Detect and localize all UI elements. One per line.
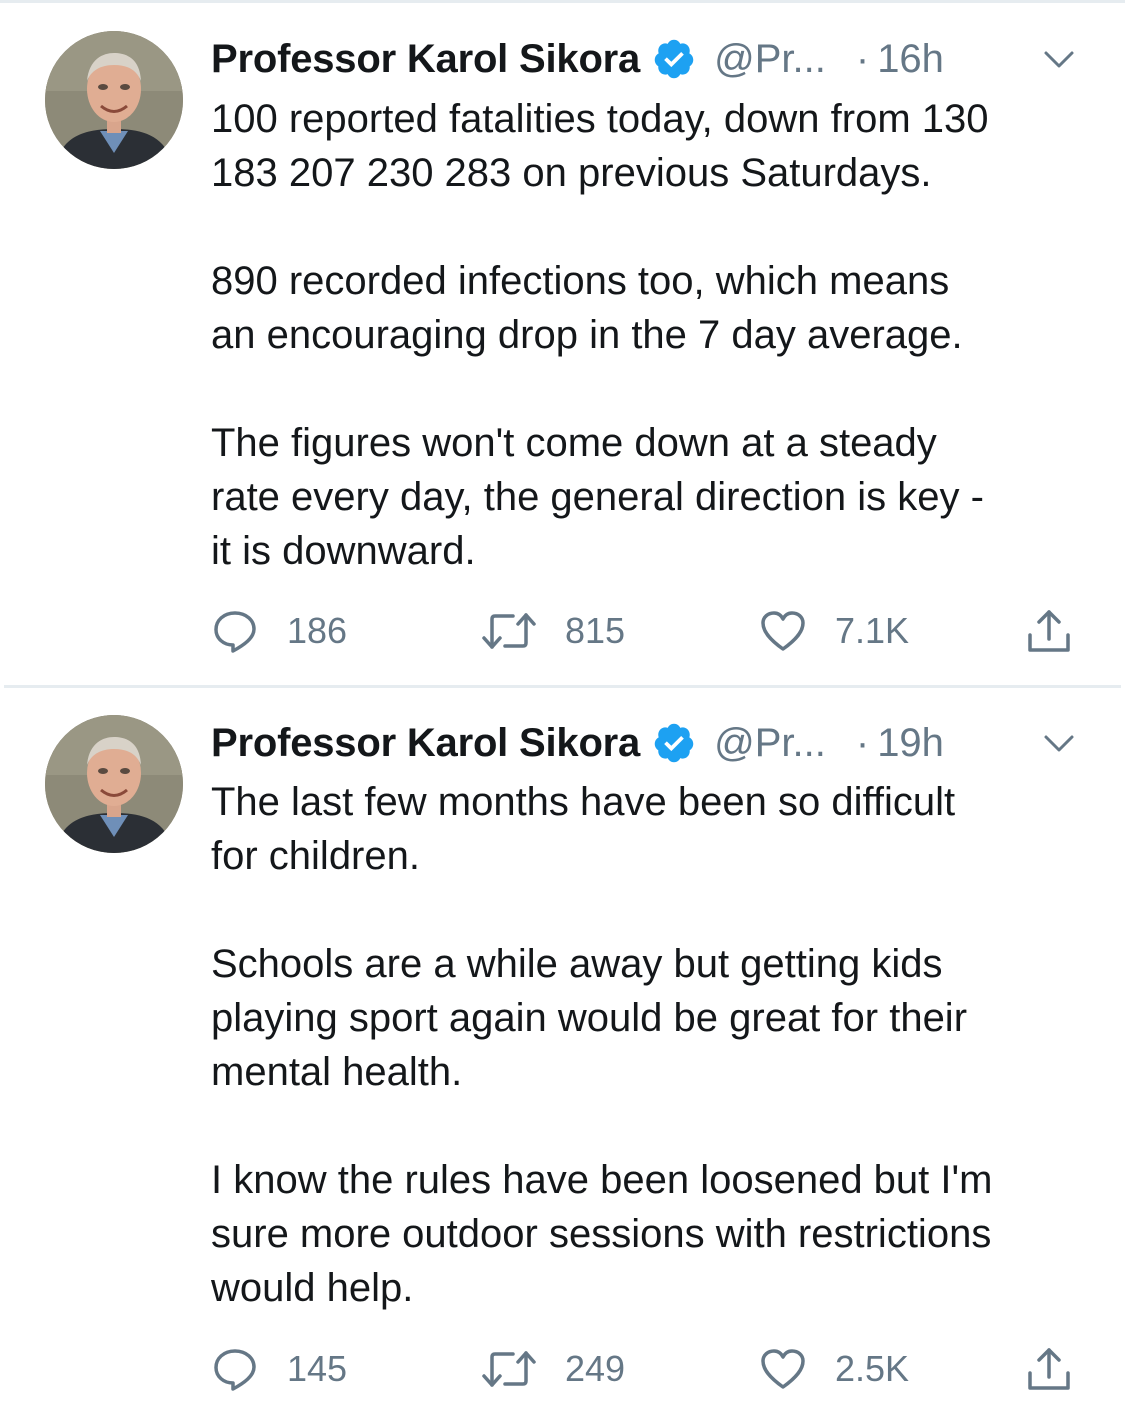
- display-name[interactable]: Professor Karol Sikora: [211, 721, 640, 766]
- handle[interactable]: @Pr...: [714, 37, 826, 82]
- action-bar: 186 815 7.1K: [211, 606, 1081, 656]
- reply-icon: [214, 1349, 256, 1391]
- tweet-text: The last few months have been so difficu…: [211, 775, 1091, 1315]
- share-button[interactable]: [1025, 606, 1073, 656]
- tweet-header: Professor Karol Sikora @Pr... · 16h: [211, 34, 944, 84]
- reply-count: 186: [287, 610, 348, 651]
- like-count: 2.5K: [835, 1348, 910, 1389]
- tweet-paragraph: Schools are a while away but getting kid…: [211, 942, 968, 1094]
- timestamp[interactable]: 19h: [877, 721, 944, 766]
- like-icon: [761, 611, 805, 651]
- tweet-text: 100 reported fatalities today, down from…: [211, 92, 1091, 578]
- handle[interactable]: @Pr...: [714, 721, 826, 766]
- retweet-count: 815: [565, 610, 626, 651]
- reply-icon: [214, 611, 256, 653]
- share-button[interactable]: [1025, 1344, 1073, 1394]
- tweet[interactable]: Professor Karol Sikora @Pr... · 16h 100 …: [0, 0, 1125, 686]
- avatar[interactable]: [45, 715, 183, 853]
- tweet[interactable]: Professor Karol Sikora @Pr... · 19h The …: [0, 686, 1125, 1414]
- retweet-count: 249: [565, 1348, 626, 1389]
- share-icon: [1028, 610, 1070, 652]
- tweet-header: Professor Karol Sikora @Pr... · 19h: [211, 718, 944, 768]
- retweet-icon: [482, 1351, 536, 1387]
- like-count: 7.1K: [835, 610, 910, 651]
- tweet-paragraph: The last few months have been so difficu…: [211, 780, 956, 878]
- chevron-down-icon[interactable]: [1043, 50, 1075, 70]
- tweet-paragraph: The figures won't come down at a steady …: [211, 421, 984, 573]
- reply-button[interactable]: 145: [211, 1344, 347, 1394]
- like-button[interactable]: 7.1K: [759, 606, 909, 656]
- avatar[interactable]: [45, 31, 183, 169]
- tweet-paragraph: 100 reported fatalities today, down from…: [211, 97, 989, 195]
- tweet-paragraph: 890 recorded infections too, which means…: [211, 259, 963, 357]
- verified-badge-icon: [654, 723, 694, 763]
- separator-dot: ·: [855, 36, 870, 81]
- like-icon: [761, 1349, 805, 1389]
- verified-badge-icon: [654, 39, 694, 79]
- reply-button[interactable]: 186: [211, 606, 347, 656]
- share-icon: [1028, 1348, 1070, 1390]
- chevron-down-icon[interactable]: [1043, 734, 1075, 754]
- display-name[interactable]: Professor Karol Sikora: [211, 37, 640, 82]
- like-button[interactable]: 2.5K: [759, 1344, 909, 1394]
- action-bar: 145 249 2.5K: [211, 1344, 1081, 1394]
- timestamp[interactable]: 16h: [877, 37, 944, 82]
- separator-dot: ·: [855, 720, 870, 765]
- reply-count: 145: [287, 1348, 348, 1389]
- tweet-paragraph: I know the rules have been loosened but …: [211, 1158, 993, 1310]
- retweet-button[interactable]: 249: [481, 1344, 625, 1394]
- retweet-icon: [482, 613, 536, 649]
- retweet-button[interactable]: 815: [481, 606, 625, 656]
